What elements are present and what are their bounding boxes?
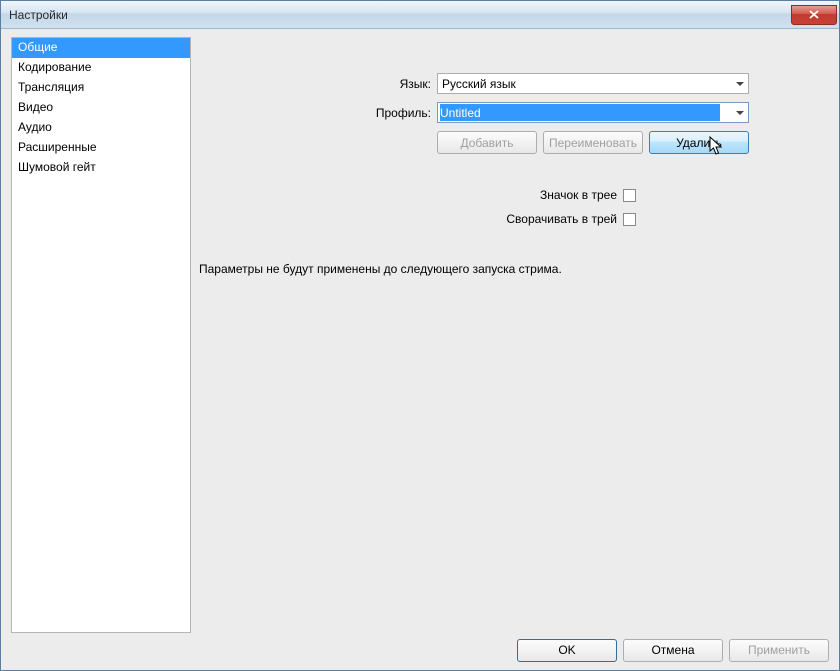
- sidebar-item-video[interactable]: Видео: [12, 98, 190, 118]
- button-label: Добавить: [460, 136, 513, 150]
- button-label: Удалить: [676, 136, 722, 150]
- restart-note: Параметры не будут применены до следующе…: [199, 262, 829, 276]
- sidebar-item-label: Кодирование: [18, 60, 91, 74]
- profile-buttons: Добавить Переименовать Удалить: [437, 131, 829, 154]
- cancel-button[interactable]: Отмена: [623, 639, 723, 662]
- close-icon: [809, 10, 819, 19]
- tray-icon-label: Значок в трее: [199, 188, 623, 202]
- sidebar-item-general[interactable]: Общие: [12, 38, 190, 58]
- minimize-tray-label: Сворачивать в трей: [199, 212, 623, 226]
- language-value: Русский язык: [442, 77, 516, 91]
- tray-icon-row: Значок в трее: [199, 188, 829, 202]
- dialog-footer: OK Отмена Применить: [1, 638, 839, 670]
- language-row: Язык: Русский язык: [199, 73, 829, 94]
- form: Язык: Русский язык Профиль: Добавить: [199, 73, 829, 276]
- button-label: Применить: [748, 643, 810, 657]
- sidebar-item-noise-gate[interactable]: Шумовой гейт: [12, 158, 190, 178]
- button-label: OK: [558, 643, 575, 657]
- sidebar-item-label: Шумовой гейт: [18, 160, 96, 174]
- sidebar-item-broadcast[interactable]: Трансляция: [12, 78, 190, 98]
- settings-window: Настройки Общие Кодирование Трансляция В…: [0, 0, 840, 671]
- sidebar: Общие Кодирование Трансляция Видео Аудио…: [11, 37, 191, 633]
- close-button[interactable]: [791, 5, 837, 25]
- sidebar-item-audio[interactable]: Аудио: [12, 118, 190, 138]
- window-title: Настройки: [9, 8, 68, 22]
- content-area: Общие Кодирование Трансляция Видео Аудио…: [1, 29, 839, 638]
- sidebar-item-label: Видео: [18, 100, 53, 114]
- delete-button[interactable]: Удалить: [649, 131, 749, 154]
- sidebar-item-advanced[interactable]: Расширенные: [12, 138, 190, 158]
- minimize-tray-row: Сворачивать в трей: [199, 212, 829, 226]
- sidebar-item-label: Трансляция: [18, 80, 84, 94]
- apply-button[interactable]: Применить: [729, 639, 829, 662]
- chevron-down-icon: [736, 111, 744, 115]
- profile-row: Профиль:: [199, 102, 829, 123]
- language-select[interactable]: Русский язык: [437, 73, 749, 94]
- language-label: Язык:: [199, 77, 437, 91]
- chevron-down-icon: [736, 82, 744, 86]
- rename-button[interactable]: Переименовать: [543, 131, 643, 154]
- profile-label: Профиль:: [199, 106, 437, 120]
- ok-button[interactable]: OK: [517, 639, 617, 662]
- titlebar: Настройки: [1, 1, 839, 29]
- button-label: Отмена: [651, 643, 694, 657]
- profile-input[interactable]: [440, 104, 720, 121]
- tray-icon-checkbox[interactable]: [623, 189, 636, 202]
- minimize-tray-checkbox[interactable]: [623, 213, 636, 226]
- profile-combobox[interactable]: [437, 102, 749, 123]
- sidebar-item-encoding[interactable]: Кодирование: [12, 58, 190, 78]
- sidebar-item-label: Аудио: [18, 120, 52, 134]
- button-label: Переименовать: [549, 136, 637, 150]
- add-button[interactable]: Добавить: [437, 131, 537, 154]
- sidebar-item-label: Расширенные: [18, 140, 97, 154]
- sidebar-item-label: Общие: [18, 40, 57, 54]
- main-panel: Язык: Русский язык Профиль: Добавить: [199, 37, 829, 634]
